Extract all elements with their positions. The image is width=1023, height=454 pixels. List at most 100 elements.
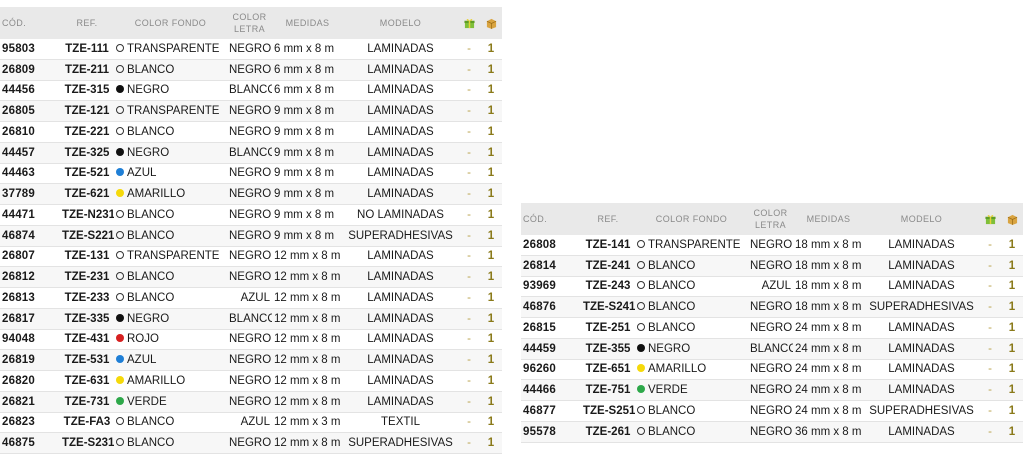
medidas-cell: 9 mm x 8 m	[272, 163, 343, 185]
color-swatch-icon	[116, 292, 124, 301]
qty-gift-cell: -	[979, 359, 1001, 381]
color-swatch-icon	[116, 313, 124, 322]
qty-gift-cell: -	[458, 39, 480, 60]
modelo-cell: LAMINADAS	[343, 80, 458, 102]
qty-box-cell: 1	[480, 121, 502, 143]
ref-cell: TZE-251	[581, 317, 635, 339]
table-header-row: CÓD. REF. COLOR FONDO COLOR LETRA MEDIDA…	[521, 203, 1023, 235]
modelo-cell: LAMINADAS	[864, 379, 979, 401]
color-fondo-label: BLANCO	[127, 63, 175, 76]
qty-box-cell: 1	[1001, 235, 1023, 256]
ref-cell: TZE-231	[60, 266, 114, 288]
color-letra-cell: NEGRO	[748, 296, 793, 318]
color-fondo-label: TRANSPARENTE	[127, 250, 220, 263]
ref-cell: TZE-315	[60, 80, 114, 102]
color-fondo-label: BLANCO	[127, 208, 175, 221]
color-swatch-icon	[637, 405, 645, 414]
table-row: 46875 TZE-S231 BLANCO NEGRO 12 mm x 8 m SUPER…	[0, 432, 502, 454]
medidas-cell: 24 mm x 8 m	[793, 379, 864, 401]
qty-box-cell: 1	[480, 80, 502, 102]
ref-cell: TZE-621	[60, 183, 114, 205]
cod-cell: 26819	[0, 349, 60, 371]
medidas-cell: 12 mm x 8 m	[272, 391, 343, 413]
medidas-cell: 9 mm x 8 m	[272, 183, 343, 205]
color-fondo-cell: ROJO	[114, 329, 227, 351]
table-row: 44457 TZE-325 NEGRO BLANCO 9 mm x 8 m LAMINAD…	[0, 142, 502, 164]
ref-cell: TZE-521	[60, 163, 114, 185]
table-row: 26813 TZE-233 BLANCO AZUL 12 mm x 8 m LAMINAD…	[0, 287, 502, 309]
color-fondo-label: BLANCO	[127, 125, 175, 138]
modelo-cell: LAMINADAS	[343, 287, 458, 309]
qty-gift-cell: -	[979, 276, 1001, 298]
ref-cell: TZE-N231	[60, 204, 114, 226]
qty-box-cell: 1	[1001, 255, 1023, 277]
modelo-cell: SUPERADHESIVAS	[864, 400, 979, 422]
medidas-cell: 24 mm x 8 m	[793, 359, 864, 381]
color-fondo-label: BLANCO	[127, 271, 175, 284]
color-letra-cell: NEGRO	[227, 204, 272, 226]
color-swatch-icon	[116, 334, 124, 343]
table-header-row: CÓD. REF. COLOR FONDO COLOR LETRA MEDIDA…	[0, 7, 502, 39]
product-table-right: CÓD. REF. COLOR FONDO COLOR LETRA MEDIDA…	[521, 203, 1023, 443]
color-fondo-cell: BLANCO	[635, 255, 748, 277]
modelo-cell: LAMINADAS	[343, 349, 458, 371]
color-fondo-cell: BLANCO	[114, 287, 227, 309]
ref-cell: TZE-S231	[60, 432, 114, 454]
modelo-cell: TEXTIL	[343, 412, 458, 434]
color-letra-cell: NEGRO	[227, 39, 272, 60]
table-row: 44456 TZE-315 NEGRO BLANCO 6 mm x 8 m LAMINAD…	[0, 80, 502, 102]
color-swatch-icon	[116, 43, 124, 52]
ref-cell: TZE-221	[60, 121, 114, 143]
ref-cell: TZE-S241	[581, 296, 635, 318]
modelo-cell: SUPERADHESIVAS	[343, 225, 458, 247]
medidas-cell: 12 mm x 8 m	[272, 329, 343, 351]
color-fondo-label: NEGRO	[648, 342, 691, 355]
qty-gift-cell: -	[458, 163, 480, 185]
ref-cell: TZE-S251	[581, 400, 635, 422]
table-row: 46877 TZE-S251 BLANCO NEGRO 24 mm x 8 m SUPER…	[521, 400, 1023, 422]
color-fondo-label: NEGRO	[127, 146, 170, 159]
color-fondo-label: VERDE	[648, 384, 688, 397]
color-fondo-cell: BLANCO	[635, 276, 748, 298]
color-letra-cell: NEGRO	[227, 391, 272, 413]
header-gift-col	[979, 203, 1001, 235]
color-fondo-cell: TRANSPARENTE	[635, 235, 748, 256]
qty-gift-cell: -	[458, 100, 480, 122]
header-box-col	[480, 7, 502, 39]
color-fondo-cell: AZUL	[114, 163, 227, 185]
color-swatch-icon	[116, 64, 124, 73]
qty-box-cell: 1	[480, 246, 502, 268]
medidas-cell: 24 mm x 8 m	[793, 317, 864, 339]
cod-cell: 26815	[521, 317, 581, 339]
medidas-cell: 9 mm x 8 m	[272, 100, 343, 122]
color-letra-cell: NEGRO	[227, 59, 272, 81]
medidas-cell: 12 mm x 8 m	[272, 349, 343, 371]
cod-cell: 44456	[0, 80, 60, 102]
color-fondo-label: BLANCO	[648, 425, 696, 438]
ref-cell: TZE-141	[581, 235, 635, 256]
cod-cell: 94048	[0, 329, 60, 351]
color-fondo-cell: BLANCO	[635, 296, 748, 318]
medidas-cell: 36 mm x 8 m	[793, 421, 864, 443]
color-letra-cell: AZUL	[748, 276, 793, 298]
cod-cell: 44459	[521, 338, 581, 360]
qty-box-cell: 1	[1001, 296, 1023, 318]
modelo-cell: LAMINADAS	[864, 235, 979, 256]
ref-cell: TZE-S221	[60, 225, 114, 247]
modelo-cell: LAMINADAS	[864, 276, 979, 298]
color-fondo-label: VERDE	[127, 395, 167, 408]
color-letra-cell: NEGRO	[748, 379, 793, 401]
qty-box-cell: 1	[480, 287, 502, 309]
qty-gift-cell: -	[458, 142, 480, 164]
header-modelo: MODELO	[343, 7, 458, 39]
color-fondo-cell: AMARILLO	[635, 359, 748, 381]
table-row: 26821 TZE-731 VERDE NEGRO 12 mm x 8 m LAMINAD…	[0, 391, 502, 413]
medidas-cell: 9 mm x 8 m	[272, 121, 343, 143]
modelo-cell: LAMINADAS	[343, 370, 458, 392]
package-box-icon	[1007, 214, 1017, 225]
qty-gift-cell: -	[458, 432, 480, 454]
header-color-fondo: COLOR FONDO	[635, 203, 748, 235]
qty-box-cell: 1	[480, 59, 502, 81]
medidas-cell: 24 mm x 8 m	[793, 400, 864, 422]
qty-gift-cell: -	[458, 183, 480, 205]
